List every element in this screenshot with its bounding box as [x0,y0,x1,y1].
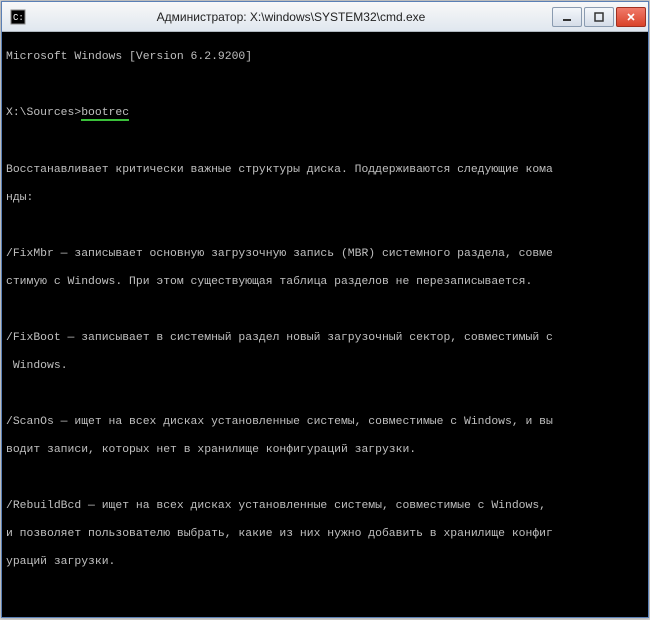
cmd-window: C: Администратор: X:\windows\SYSTEM32\cm… [1,1,649,618]
window-controls [550,7,646,27]
help-fixboot: /FixBoot — записывает в системный раздел… [6,331,644,345]
help-rebuildbcd: ураций загрузки. [6,555,644,569]
maximize-button[interactable] [584,7,614,27]
minimize-button[interactable] [552,7,582,27]
cmd-icon: C: [10,9,26,25]
help-scanos: водит записи, которых нет в хранилище ко… [6,443,644,457]
desc-line: нды: [6,191,644,205]
version-line: Microsoft Windows [Version 6.2.9200] [6,50,644,64]
prompt: X:\Sources> [6,107,81,119]
titlebar[interactable]: C: Администратор: X:\windows\SYSTEM32\cm… [2,2,648,32]
help-scanos: /ScanOs — ищет на всех дисках установлен… [6,415,644,429]
terminal-output[interactable]: Microsoft Windows [Version 6.2.9200] X:\… [2,32,648,617]
help-rebuildbcd: и позволяет пользователю выбрать, какие … [6,527,644,541]
command-bootrec: bootrec [81,107,129,121]
window-title: Администратор: X:\windows\SYSTEM32\cmd.e… [32,10,550,24]
help-fixmbr: стимую с Windows. При этом существующая … [6,275,644,289]
desc-line: Восстанавливает критически важные структ… [6,163,644,177]
help-fixboot: Windows. [6,359,644,373]
close-button[interactable] [616,7,646,27]
help-fixmbr: /FixMbr — записывает основную загрузочну… [6,247,644,261]
help-rebuildbcd: /RebuildBcd — ищет на всех дисках устано… [6,499,644,513]
svg-text:C:: C: [13,13,24,23]
